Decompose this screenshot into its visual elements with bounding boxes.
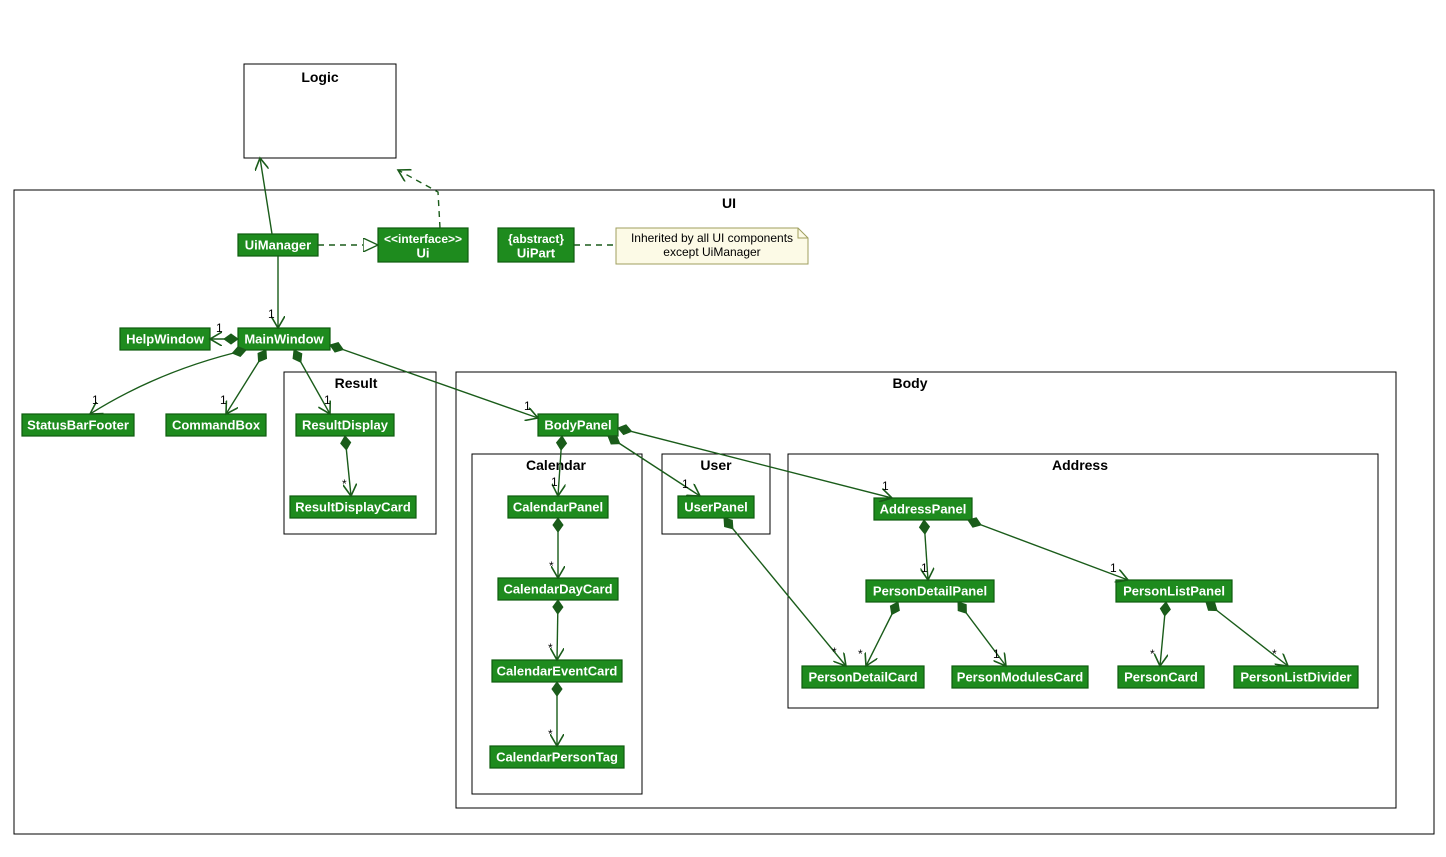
mult-mainwindow-resultdisplay: 1 (324, 393, 331, 407)
label-uipart-name: UiPart (517, 245, 556, 260)
label-personlistpanel: PersonListPanel (1123, 583, 1225, 598)
mult-bodypanel-userpanel: 1 (682, 477, 689, 491)
label-uimanager: UiManager (245, 237, 311, 252)
note-line2: except UiManager (663, 245, 760, 259)
mult-bodypanel-calendarpanel: 1 (551, 475, 558, 489)
mult-mainwindow-commandbox: 1 (220, 393, 227, 407)
node-personlistdivider: PersonListDivider (1234, 666, 1358, 688)
label-calendarpersontag: CalendarPersonTag (496, 749, 618, 764)
uml-diagram: Logic UI UiManager <<interface>> Ui {abs… (0, 0, 1446, 857)
label-personmodulescard: PersonModulesCard (957, 669, 1083, 684)
label-mainwindow: MainWindow (244, 331, 324, 346)
mult-calendarpanel-daycard: * (549, 559, 554, 573)
node-statusbarfooter: StatusBarFooter (22, 414, 134, 436)
label-personcard: PersonCard (1124, 669, 1198, 684)
package-user: User (662, 454, 770, 534)
label-calendardaycard: CalendarDayCard (503, 581, 612, 596)
package-address-title: Address (1052, 457, 1108, 473)
mult-listpanel-divider: * (1272, 647, 1277, 661)
node-personmodulescard: PersonModulesCard (952, 666, 1088, 688)
edge-listpanel-personcard (1160, 602, 1166, 666)
note-uipart: Inherited by all UI components except Ui… (616, 228, 808, 264)
label-ui-interface-name: Ui (417, 245, 430, 260)
package-calendar-title: Calendar (526, 457, 586, 473)
node-userpanel: UserPanel (678, 496, 754, 518)
package-ui-title: UI (722, 195, 736, 211)
node-resultdisplay: ResultDisplay (296, 414, 394, 436)
label-resultdisplaycard: ResultDisplayCard (295, 499, 411, 514)
package-logic-title: Logic (301, 69, 339, 85)
label-persondetailpanel: PersonDetailPanel (873, 583, 987, 598)
edge-daycard-eventcard (557, 600, 558, 660)
mult-bodypanel-addresspanel: 1 (882, 479, 889, 493)
node-resultdisplaycard: ResultDisplayCard (290, 496, 416, 518)
node-helpwindow: HelpWindow (120, 328, 210, 350)
node-calendareventcard: CalendarEventCard (492, 660, 622, 682)
node-calendarpersontag: CalendarPersonTag (490, 746, 624, 768)
label-statusbarfooter: StatusBarFooter (27, 417, 129, 432)
mult-userpanel-detailcard: * (832, 645, 837, 659)
node-personcard: PersonCard (1118, 666, 1204, 688)
node-bodypanel: BodyPanel (538, 414, 618, 436)
label-commandbox: CommandBox (172, 417, 261, 432)
label-resultdisplay: ResultDisplay (302, 417, 389, 432)
edge-ui-logic (398, 170, 440, 228)
label-helpwindow: HelpWindow (126, 331, 205, 346)
mult-resultdisplay-card: * (342, 477, 347, 491)
mult-eventcard-persontag: * (548, 727, 553, 741)
node-persondetailpanel: PersonDetailPanel (866, 580, 994, 602)
mult-uimanager-mainwindow: 1 (268, 307, 275, 321)
mult-addresspanel-detailpanel: 1 (921, 561, 928, 575)
label-uipart-stereotype: {abstract} (508, 232, 564, 246)
package-result-title: Result (335, 375, 378, 391)
edge-uimanager-logic (260, 158, 272, 234)
node-uipart: {abstract} UiPart (498, 228, 574, 262)
mult-daycard-eventcard: * (548, 641, 553, 655)
node-persondetailcard: PersonDetailCard (802, 666, 924, 688)
edge-mainwindow-commandbox (226, 350, 266, 414)
label-addresspanel: AddressPanel (880, 501, 967, 516)
edge-addresspanel-listpanel (968, 520, 1128, 580)
note-line1: Inherited by all UI components (631, 231, 793, 245)
package-body-title: Body (893, 375, 928, 391)
node-commandbox: CommandBox (166, 414, 266, 436)
node-personlistpanel: PersonListPanel (1116, 580, 1232, 602)
mult-detailpanel-detailcard: * (858, 647, 863, 661)
edge-bodypanel-addresspanel (618, 428, 892, 498)
edge-userpanel-detailcard (724, 518, 846, 666)
label-personlistdivider: PersonListDivider (1240, 669, 1351, 684)
label-userpanel: UserPanel (684, 499, 748, 514)
label-bodypanel: BodyPanel (544, 417, 611, 432)
node-calendardaycard: CalendarDayCard (498, 578, 618, 600)
mult-detailpanel-modulescard: 1 (993, 647, 1000, 661)
node-addresspanel: AddressPanel (874, 498, 972, 520)
mult-mainwindow-bodypanel: 1 (524, 399, 531, 413)
package-logic: Logic (244, 64, 396, 158)
mult-mainwindow-statusbarfooter: 1 (92, 393, 99, 407)
package-user-title: User (700, 457, 732, 473)
label-calendarpanel: CalendarPanel (513, 499, 603, 514)
label-persondetailcard: PersonDetailCard (808, 669, 917, 684)
label-ui-interface-stereotype: <<interface>> (384, 232, 462, 246)
mult-listpanel-personcard: * (1150, 647, 1155, 661)
mult-addresspanel-listpanel: 1 (1110, 561, 1117, 575)
node-calendarpanel: CalendarPanel (508, 496, 608, 518)
edge-detailpanel-detailcard (866, 602, 898, 666)
node-mainwindow: MainWindow (238, 328, 330, 350)
node-uimanager: UiManager (238, 234, 318, 256)
node-ui-interface: <<interface>> Ui (378, 228, 468, 262)
label-calendareventcard: CalendarEventCard (497, 663, 618, 678)
mult-mainwindow-helpwindow: 1 (216, 321, 223, 335)
